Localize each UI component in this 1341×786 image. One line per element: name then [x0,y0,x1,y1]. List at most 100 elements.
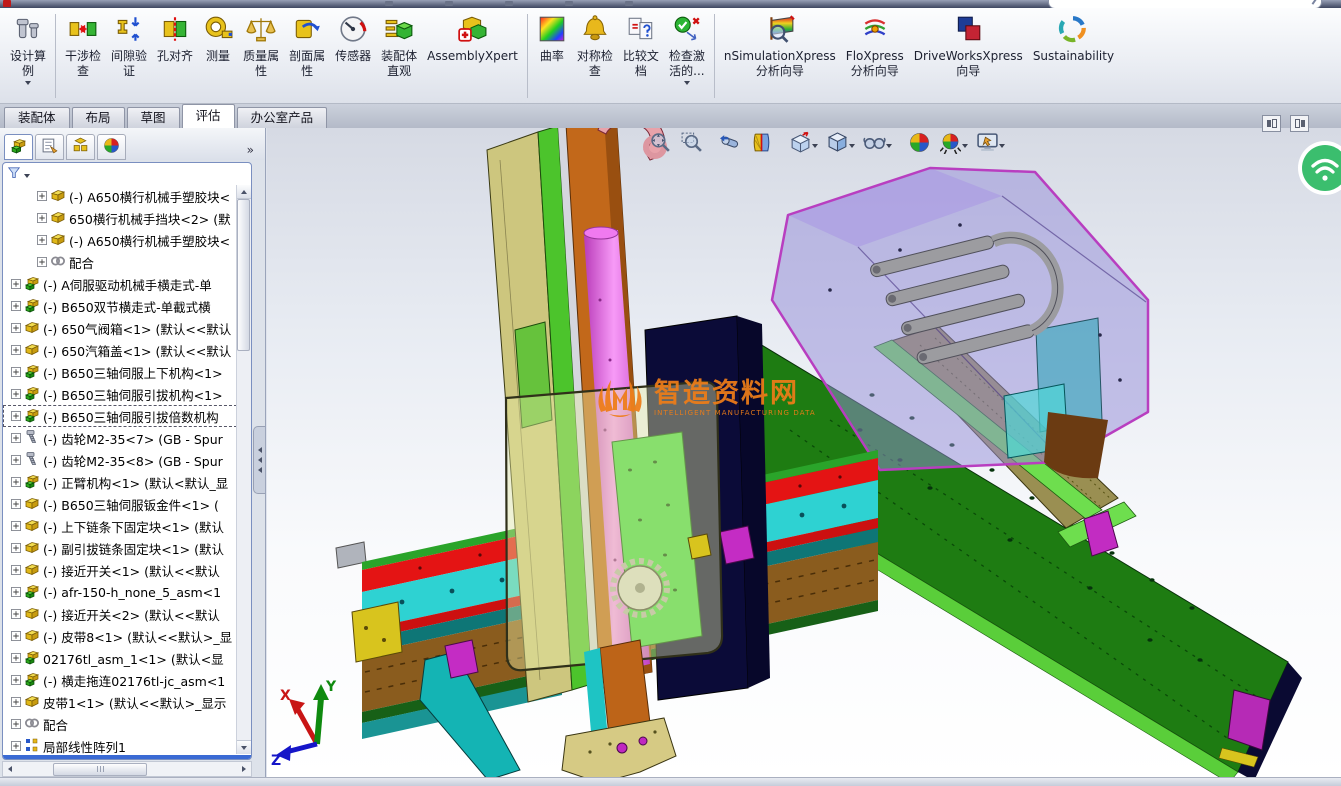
tree-item[interactable]: (-) B650双节横走式-单截式横 [3,295,237,317]
hud-edit-appearance[interactable] [904,130,935,159]
vertical-scroll-thumb[interactable] [237,199,250,351]
expand-icon[interactable] [11,277,24,292]
scroll-up-button[interactable] [237,185,251,199]
tree-item[interactable]: (-) B650三轴伺服引拔倍数机构 [3,405,237,427]
dropdown-caret-icon[interactable] [812,144,818,148]
viewport[interactable]: X Y Z 智造资料网 INTELLIGENT MANUFAC [267,128,1341,778]
tab-布局[interactable]: 布局 [72,107,125,128]
tree-item[interactable]: 皮带1<1> (默认<<默认>_显示 [3,691,237,713]
hud-view-settings[interactable] [972,130,1009,159]
expand-icon[interactable] [11,497,24,512]
tree-item[interactable]: (-) afr-150-h_none_5_asm<1 [3,581,237,603]
dropdown-caret-icon[interactable] [886,144,892,148]
tree-item[interactable]: (-) 接近开关<1> (默认<<默认 [3,559,237,581]
expand-icon[interactable] [11,475,24,490]
quickbar-icon[interactable] [385,1,393,6]
tree-item[interactable]: (-) 650汽箱盖<1> (默认<<默认 [3,339,237,361]
ribbon-button-mass-properties[interactable]: 质量属性 [238,11,284,101]
tree-item[interactable]: 局部线性阵列1 [3,735,237,754]
tree-item[interactable]: 650横行机械手挡块<2> (默 [3,207,237,229]
tree-item[interactable]: (-) 横走拖连02176tl-jc_asm<1 [3,669,237,691]
expand-icon[interactable] [11,563,24,578]
expand-icon[interactable] [11,585,24,600]
expand-icon[interactable] [11,739,24,754]
ribbon-button-interference-check[interactable]: 干涉检查 [60,11,106,101]
expand-icon[interactable] [11,717,24,732]
quickbar-icon[interactable] [625,1,633,6]
expand-icon[interactable] [11,651,24,666]
manager-tab-configuration-manager[interactable] [66,134,95,160]
ribbon-button-design-study[interactable]: 设计算例 [5,11,51,101]
viewport-canvas[interactable]: X Y Z [267,128,1341,778]
wifi-badge[interactable] [1295,140,1341,196]
tree-item[interactable]: (-) A650横行机械手塑胶块< [3,229,237,251]
ribbon-button-hole-align[interactable]: 孔对齐 [152,11,198,101]
tree-item[interactable]: (-) 皮带8<1> (默认<<默认>_显 [3,625,237,647]
hud-section-view[interactable] [746,130,777,159]
dropdown-caret-icon[interactable] [849,144,855,148]
expand-icon[interactable] [11,299,24,314]
tree-item[interactable]: (-) A伺服驱动机械手横走式-单 [3,273,237,295]
ribbon-button-curvature[interactable]: 曲率 [532,11,572,101]
hud-view-orientation[interactable] [785,130,822,159]
tree-item[interactable]: (-) 650气阀箱<1> (默认<<默认 [3,317,237,339]
scroll-left-button[interactable] [3,766,17,772]
quickbar-icon[interactable] [565,1,573,6]
tree-vertical-scrollbar[interactable] [236,185,251,754]
tree-item[interactable]: (-) 齿轮M2-35<8> (GB - Spur [3,449,237,471]
hud-zoom-area[interactable] [676,130,707,159]
expand-icon[interactable] [11,343,24,358]
tree-item[interactable]: (-) A650横行机械手塑胶块< [3,185,237,207]
expand-icon[interactable] [37,189,50,204]
tree-filter-bar[interactable] [3,163,251,184]
tab-评估[interactable]: 评估 [182,104,235,128]
manager-tab-property-manager[interactable] [35,134,64,160]
hud-hide-show-items[interactable] [859,130,896,159]
dropdown-caret-icon[interactable] [962,144,968,148]
expand-icon[interactable] [37,233,50,248]
ribbon-button-clearance-verify[interactable]: 间隙验证 [106,11,152,101]
ribbon-button-sensor[interactable]: 传感器 [330,11,376,101]
hud-display-style[interactable] [822,130,859,159]
tree-item[interactable]: (-) 副引拔链条固定块<1> (默认 [3,537,237,559]
tree-item[interactable]: 配合 [3,713,237,735]
expand-icon[interactable] [11,519,24,534]
dropdown-caret-icon[interactable] [684,81,690,85]
ribbon-button-floxpress[interactable]: FloXpress分析向导 [841,11,909,101]
scroll-down-button[interactable] [237,740,251,754]
collapse-panel-right-button[interactable] [1290,115,1309,132]
ribbon-button-assembly-visualize[interactable]: 装配体直观 [376,11,422,101]
expand-icon[interactable] [11,453,24,468]
scroll-right-button[interactable] [237,766,251,772]
ribbon-button-sustainability[interactable]: Sustainability [1028,11,1119,101]
hud-previous-view[interactable] [715,130,746,159]
expand-icon[interactable] [11,409,24,424]
panel-splitter[interactable] [253,128,265,778]
tab-草图[interactable]: 草图 [127,107,180,128]
ribbon-button-check-active[interactable]: 检查激活的... [664,11,710,101]
filter-icon[interactable] [7,165,21,184]
expand-icon[interactable] [11,387,24,402]
manager-tab-display-manager[interactable] [97,134,126,160]
ribbon-button-driveworksxpress[interactable]: DriveWorksXpress向导 [909,11,1028,101]
hud-zoom-fit[interactable] [645,130,676,159]
tree-item[interactable]: (-) 正臂机构<1> (默认<默认_显 [3,471,237,493]
panel-splitter-handle[interactable] [253,426,265,494]
tree-item[interactable]: (-) B650三轴伺服上下机构<1> [3,361,237,383]
ribbon-button-measure[interactable]: 测量 [198,11,238,101]
expand-icon[interactable] [11,673,24,688]
tree-item[interactable]: 02176tl_asm_1<1> (默认<显 [3,647,237,669]
expand-icon[interactable] [11,629,24,644]
rollback-bar[interactable] [3,755,251,759]
hud-apply-scene[interactable] [935,130,972,159]
ribbon-button-simulationxpress[interactable]: nSimulationXpress分析向导 [719,11,841,101]
quickbar-icon[interactable] [505,1,513,6]
tree-horizontal-scrollbar[interactable] [2,761,252,777]
tree-item[interactable]: (-) 齿轮M2-35<7> (GB - Spur [3,427,237,449]
dropdown-caret-icon[interactable] [25,81,31,85]
tree-item[interactable]: 配合 [3,251,237,273]
expand-icon[interactable] [11,607,24,622]
horizontal-scroll-thumb[interactable] [53,763,147,776]
expand-icon[interactable] [11,321,24,336]
expand-icon[interactable] [11,695,24,710]
